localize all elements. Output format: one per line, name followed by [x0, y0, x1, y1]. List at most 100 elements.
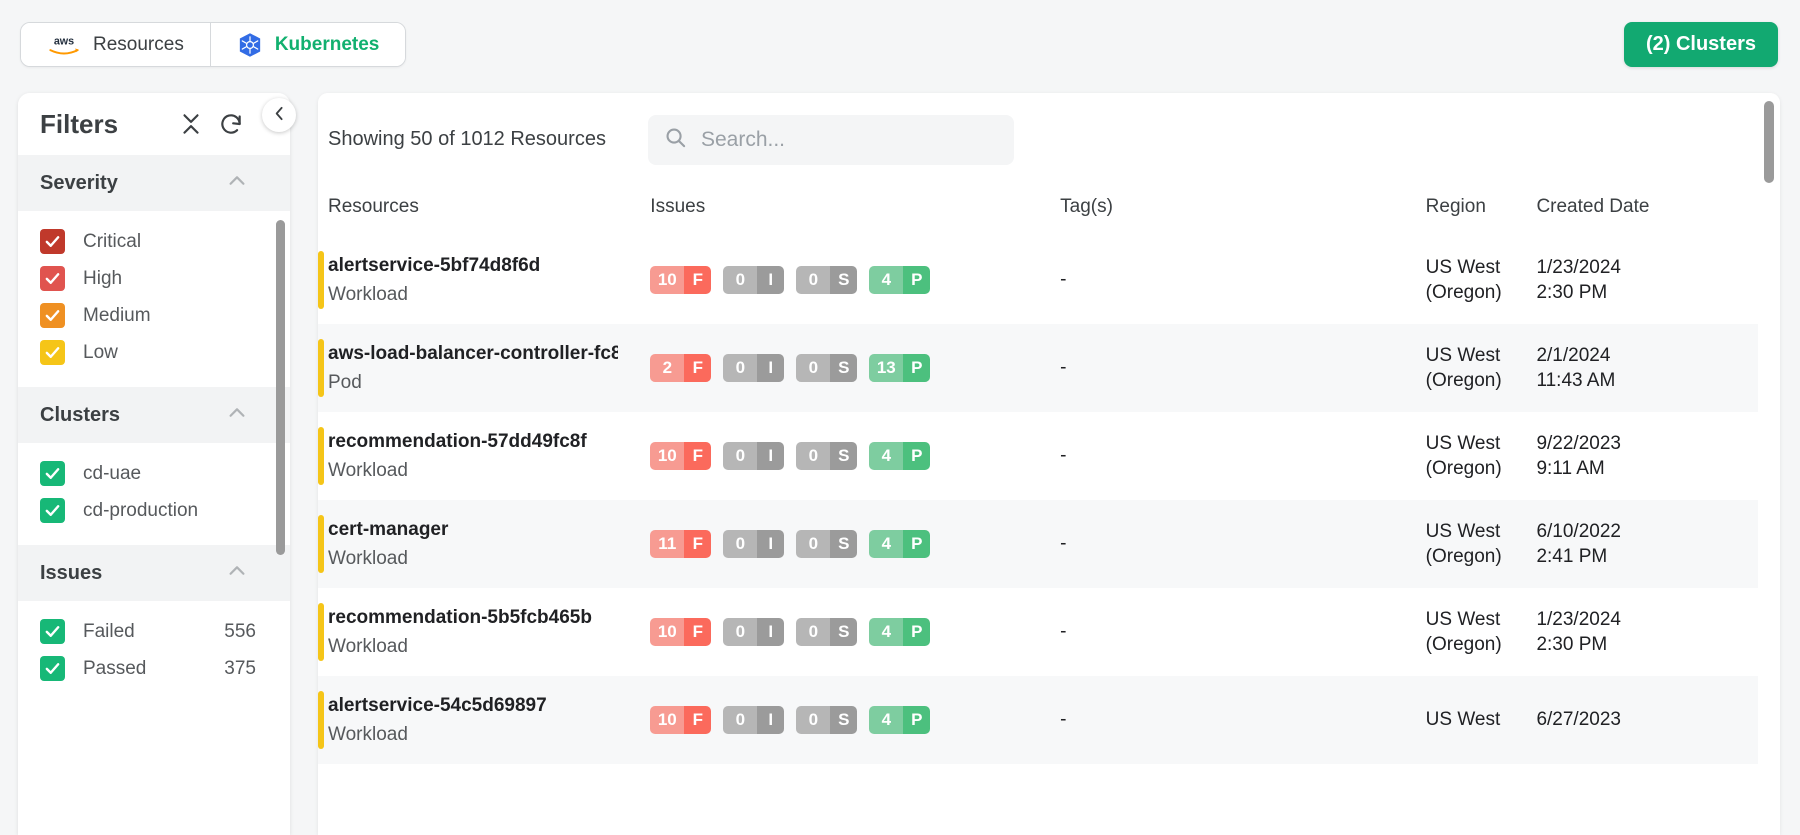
badge-letter: I	[757, 266, 785, 294]
issue-badge-s[interactable]: 0 S	[796, 530, 858, 558]
table-row[interactable]: recommendation-57dd49fc8f Workload 10 F …	[318, 412, 1758, 500]
resource-name[interactable]: alertservice-5bf74d8f6d	[328, 255, 618, 277]
table-scrollbar[interactable]	[1764, 101, 1774, 183]
issue-badge-p[interactable]: 13 P	[869, 354, 931, 382]
filter-option-cd-production[interactable]: cd-production	[18, 492, 290, 529]
resource-cell[interactable]: aws-load-balancer-controller-fc8 Pod	[318, 324, 650, 412]
checkbox-checked-icon[interactable]	[40, 303, 65, 328]
filter-label: Failed	[83, 620, 135, 642]
resource-cell[interactable]: recommendation-57dd49fc8f Workload	[318, 412, 650, 500]
issue-badge-s[interactable]: 0 S	[796, 618, 858, 646]
issue-badge-p[interactable]: 4 P	[869, 706, 931, 734]
filter-option-low[interactable]: Low	[18, 334, 290, 371]
filter-section-severity[interactable]: Severity	[18, 155, 290, 211]
badge-count: 4	[869, 266, 904, 294]
column-header-tags[interactable]: Tag(s)	[1060, 186, 1426, 236]
issue-badge-f[interactable]: 11 F	[650, 530, 712, 558]
issue-badge-i[interactable]: 0 I	[723, 618, 785, 646]
issue-badge-s[interactable]: 0 S	[796, 266, 858, 294]
resource-cell[interactable]: alertservice-5bf74d8f6d Workload	[318, 236, 650, 324]
issue-badge-p[interactable]: 4 P	[869, 442, 931, 470]
resource-name[interactable]: aws-load-balancer-controller-fc8	[328, 343, 618, 365]
filter-section-issues[interactable]: Issues	[18, 545, 290, 601]
search-box[interactable]	[647, 114, 1014, 165]
refresh-icon[interactable]	[218, 111, 244, 137]
issue-badge-p[interactable]: 4 P	[869, 266, 931, 294]
column-header-issues[interactable]: Issues	[650, 186, 1060, 236]
clusters-button[interactable]: (2) Clusters	[1623, 22, 1778, 67]
chevron-up-icon[interactable]	[226, 560, 248, 587]
issue-badge-i[interactable]: 0 I	[723, 530, 785, 558]
resource-kind: Pod	[328, 371, 362, 393]
resource-cell[interactable]: alertservice-54c5d69897 Workload	[318, 676, 650, 764]
table-row[interactable]: recommendation-5b5fcb465b Workload 10 F …	[318, 588, 1758, 676]
resource-name[interactable]: cert-manager	[328, 519, 618, 541]
severity-accent-bar	[318, 339, 324, 397]
resource-name[interactable]: recommendation-57dd49fc8f	[328, 431, 618, 453]
badge-count: 2	[650, 354, 685, 382]
column-header-resources[interactable]: Resources	[318, 186, 650, 236]
checkbox-checked-icon[interactable]	[40, 461, 65, 486]
issue-badge-f[interactable]: 10 F	[650, 266, 712, 294]
checkbox-checked-icon[interactable]	[40, 656, 65, 681]
checkbox-checked-icon[interactable]	[40, 619, 65, 644]
issues-cell: 11 F 0 I 0 S 4 P	[650, 500, 1060, 588]
issue-badge-f[interactable]: 10 F	[650, 442, 712, 470]
region-cell: US West (Oregon)	[1425, 520, 1502, 567]
filter-label: cd-production	[83, 499, 199, 521]
filter-section-clusters[interactable]: Clusters	[18, 387, 290, 443]
checkbox-checked-icon[interactable]	[40, 498, 65, 523]
resource-name[interactable]: recommendation-5b5fcb465b	[328, 607, 618, 629]
table-row[interactable]: cert-manager Workload 11 F 0 I 0 S 4 P -…	[318, 500, 1758, 588]
issue-badge-p[interactable]: 4 P	[869, 618, 931, 646]
column-header-created-date[interactable]: Created Date	[1536, 186, 1758, 236]
filter-option-high[interactable]: High	[18, 260, 290, 297]
badge-count: 0	[723, 618, 758, 646]
badge-count: 0	[796, 266, 831, 294]
issue-badge-f[interactable]: 10 F	[650, 706, 712, 734]
issue-badge-i[interactable]: 0 I	[723, 266, 785, 294]
filter-option-critical[interactable]: Critical	[18, 223, 290, 260]
issue-badge-p[interactable]: 4 P	[869, 530, 931, 558]
sidebar-scrollbar[interactable]	[276, 220, 285, 555]
column-header-region[interactable]: Region	[1426, 186, 1537, 236]
issue-badge-i[interactable]: 0 I	[723, 706, 785, 734]
issue-badge-s[interactable]: 0 S	[796, 354, 858, 382]
filter-option-passed[interactable]: Passed 375	[18, 650, 290, 687]
search-input[interactable]	[700, 127, 998, 152]
resource-name[interactable]: alertservice-54c5d69897	[328, 695, 618, 717]
filter-option-failed[interactable]: Failed 556	[18, 613, 290, 650]
badge-letter: F	[684, 266, 712, 294]
filters-header: Filters	[18, 93, 290, 155]
table-row[interactable]: alertservice-5bf74d8f6d Workload 10 F 0 …	[318, 236, 1758, 324]
issue-badge-s[interactable]: 0 S	[796, 442, 858, 470]
issue-badge-f[interactable]: 10 F	[650, 618, 712, 646]
kubernetes-icon	[237, 32, 263, 58]
checkbox-checked-icon[interactable]	[40, 340, 65, 365]
created-date-cell: 2/1/2024 11:43 AM	[1536, 344, 1616, 391]
checkbox-checked-icon[interactable]	[40, 229, 65, 254]
issue-badge-i[interactable]: 0 I	[723, 442, 785, 470]
issues-cell: 10 F 0 I 0 S 4 P	[650, 676, 1060, 764]
issue-badge-i[interactable]: 0 I	[723, 354, 785, 382]
collapse-all-icon[interactable]	[178, 111, 204, 137]
resource-cell[interactable]: recommendation-5b5fcb465b Workload	[318, 588, 650, 676]
badge-letter: P	[903, 442, 931, 470]
badge-letter: F	[684, 618, 712, 646]
chevron-up-icon[interactable]	[226, 402, 248, 429]
table-row[interactable]: alertservice-54c5d69897 Workload 10 F 0 …	[318, 676, 1758, 764]
chevron-up-icon[interactable]	[226, 170, 248, 197]
collapse-sidebar-button[interactable]	[262, 98, 296, 132]
tab-kubernetes[interactable]: Kubernetes	[209, 23, 406, 66]
region-cell: US West (Oregon)	[1425, 344, 1502, 391]
filter-option-medium[interactable]: Medium	[18, 297, 290, 334]
tab-resources[interactable]: aws Resources	[21, 23, 210, 66]
resource-cell[interactable]: cert-manager Workload	[318, 500, 650, 588]
badge-letter: S	[830, 354, 858, 382]
issue-badge-s[interactable]: 0 S	[796, 706, 858, 734]
filter-option-cd-uae[interactable]: cd-uae	[18, 455, 290, 492]
svg-text:aws: aws	[54, 35, 74, 47]
issue-badge-f[interactable]: 2 F	[650, 354, 712, 382]
table-row[interactable]: aws-load-balancer-controller-fc8 Pod 2 F…	[318, 324, 1758, 412]
checkbox-checked-icon[interactable]	[40, 266, 65, 291]
